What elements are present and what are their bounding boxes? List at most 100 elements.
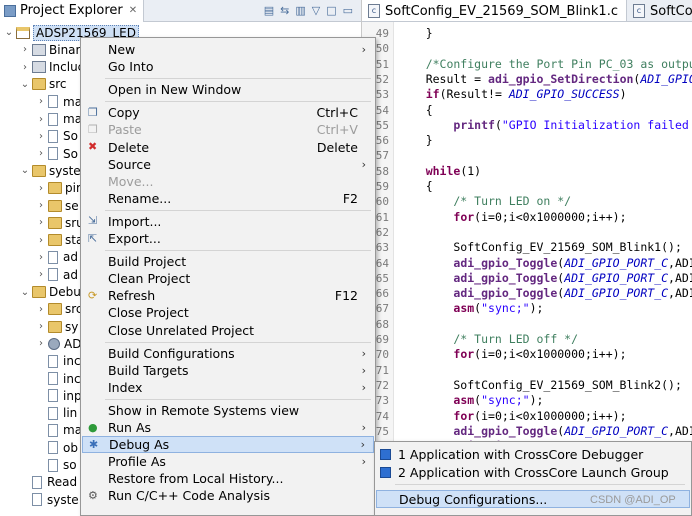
menu-item-open-in-new-window[interactable]: Open in New Window — [82, 81, 374, 98]
chevron-right-icon[interactable]: › — [36, 269, 46, 280]
code-line: while(1) — [398, 164, 481, 179]
tree-item[interactable]: inp — [36, 387, 82, 404]
expand-down-icon[interactable]: ⌄ — [20, 165, 30, 176]
line-number: 66 — [375, 287, 389, 301]
line-number: 52 — [375, 72, 389, 86]
folder-icon — [32, 164, 46, 177]
chevron-right-icon[interactable]: › — [36, 321, 46, 332]
line-number: 59 — [375, 180, 389, 193]
menu-item-close-project[interactable]: Close Project — [82, 304, 374, 321]
chevron-right-icon[interactable]: › — [36, 304, 46, 315]
tree-item[interactable]: inc — [36, 353, 81, 370]
tree-item[interactable]: › sru — [36, 214, 84, 231]
line-number: 74 — [375, 409, 389, 423]
menu-item-label: Build Project — [108, 254, 187, 270]
toolbar-icon[interactable]: ▭ — [343, 4, 353, 17]
tree-item-label: ob — [63, 440, 78, 455]
tree-item[interactable]: › So — [36, 145, 78, 162]
chevron-right-icon[interactable]: › — [36, 235, 46, 246]
close-icon[interactable]: ✕ — [129, 5, 137, 16]
toolbar-icon[interactable]: ▤ — [264, 4, 274, 17]
editor-tab[interactable]: c SoftConfig_E — [627, 0, 692, 21]
tree-item[interactable]: lin — [36, 405, 77, 422]
chevron-right-icon[interactable]: › — [36, 148, 46, 159]
chevron-right-icon[interactable]: › — [36, 114, 46, 125]
menu-item-source[interactable]: Source › — [82, 156, 374, 173]
tree-item-label: inc — [63, 371, 81, 386]
tree-item[interactable]: › Incluc — [20, 59, 84, 76]
tab-project-explorer[interactable]: Project Explorer ✕ — [0, 0, 145, 22]
menu-item-export[interactable]: ⇱ Export... — [82, 230, 374, 247]
code-line: } — [398, 133, 433, 148]
tree-item[interactable]: › ma — [36, 93, 82, 110]
menu-item-build-targets[interactable]: Build Targets › — [82, 362, 374, 379]
tree-item[interactable]: ⌄ Debu — [20, 284, 81, 301]
tree-item[interactable]: so — [36, 457, 77, 474]
menu-item-delete[interactable]: ✖ Delete Delete — [82, 139, 374, 156]
tree-item[interactable]: › So — [36, 128, 78, 145]
menu-item-profile-as[interactable]: Profile As › — [82, 453, 374, 470]
menu-item-import[interactable]: ⇲ Import... — [82, 213, 374, 230]
expand-down-icon[interactable]: ⌄ — [20, 79, 30, 90]
tree-item[interactable]: › ad — [36, 266, 78, 283]
tree-item[interactable]: › pir — [36, 180, 81, 197]
submenu-item-2-application-with-crosscore-launch-group[interactable]: 2 Application with CrossCore Launch Grou… — [376, 463, 690, 481]
chevron-right-icon[interactable]: › — [36, 183, 46, 194]
menu-item-debug-as[interactable]: ✱ Debug As › — [82, 436, 374, 454]
toolbar-icon[interactable]: □ — [326, 4, 336, 17]
chevron-right-icon[interactable]: › — [36, 252, 46, 263]
menu-item-go-into[interactable]: Go Into — [82, 58, 374, 75]
crosscore-icon — [380, 448, 391, 460]
tree-item[interactable]: ⌄ src — [20, 76, 67, 93]
menu-item-shortcut: Ctrl+V — [316, 122, 358, 138]
menu-item-restore-from-local-history[interactable]: Restore from Local History... — [82, 470, 374, 487]
tree-item[interactable]: › sy — [36, 318, 78, 335]
menu-item-clean-project[interactable]: Clean Project — [82, 270, 374, 287]
editor-tab[interactable]: c SoftConfig_EV_21569_SOM_Blink1.c — [362, 0, 627, 21]
submenu-item-1-application-with-crosscore-debugger[interactable]: 1 Application with CrossCore Debugger — [376, 445, 690, 463]
expand-down-icon[interactable]: ⌄ — [4, 27, 14, 38]
menu-item-run-as[interactable]: ● Run As › — [82, 419, 374, 436]
file-icon — [48, 389, 58, 403]
menu-item-index[interactable]: Index › — [82, 379, 374, 396]
menu-item-rename[interactable]: Rename... F2 — [82, 190, 374, 207]
tree-item[interactable]: ⌄ syste — [20, 162, 81, 179]
tree-item[interactable]: ob — [36, 439, 78, 456]
menu-item-new[interactable]: New › — [82, 41, 374, 58]
chevron-right-icon[interactable]: › — [20, 44, 30, 55]
toolbar-icon[interactable]: ▽ — [312, 4, 320, 17]
tree-item[interactable]: ma — [36, 422, 82, 439]
tree-item[interactable]: › sta — [36, 232, 83, 249]
file-icon — [32, 475, 42, 489]
chevron-right-icon[interactable]: › — [36, 96, 46, 107]
tree-item[interactable]: › Binar — [20, 41, 80, 58]
tree-item[interactable]: › ma — [36, 111, 82, 128]
menu-item-run-c-c-code-analysis[interactable]: ⚙ Run C/C++ Code Analysis — [82, 487, 374, 504]
expand-down-icon[interactable]: ⌄ — [20, 287, 30, 298]
tree-item[interactable]: › se — [36, 197, 79, 214]
toolbar-icon[interactable]: ⇆ — [280, 4, 289, 17]
chevron-right-icon[interactable]: › — [36, 217, 46, 228]
chevron-right-icon: › — [361, 455, 366, 469]
chevron-right-icon[interactable]: › — [36, 131, 46, 142]
tree-item[interactable]: › AD — [36, 335, 81, 352]
code-token: /* Turn LED on */ — [398, 194, 572, 209]
tree-item[interactable]: syste — [20, 491, 79, 508]
chevron-right-icon[interactable]: › — [20, 62, 30, 73]
menu-item-refresh[interactable]: ⟳ Refresh F12 — [82, 287, 374, 304]
code-line: for(i=0;i<0x1000000;i++); — [398, 409, 626, 424]
tree-item[interactable]: Read — [20, 474, 77, 491]
chevron-right-icon[interactable]: › — [36, 338, 46, 349]
menu-item-copy[interactable]: ❐ Copy Ctrl+C — [82, 104, 374, 121]
tree-item[interactable]: inc — [36, 370, 81, 387]
code-token: /*Configure the Port Pin PC_03 as output — [398, 56, 692, 71]
menu-item-build-configurations[interactable]: Build Configurations › — [82, 345, 374, 362]
menu-item-show-in-remote-systems-view[interactable]: Show in Remote Systems view — [82, 402, 374, 419]
tree-item[interactable]: › src — [36, 301, 83, 318]
tree-item[interactable]: › ad — [36, 249, 78, 266]
toolbar-icon[interactable]: ▥ — [295, 4, 305, 17]
menu-item-close-unrelated-project[interactable]: Close Unrelated Project — [82, 322, 374, 339]
menu-item-build-project[interactable]: Build Project — [82, 253, 374, 270]
chevron-right-icon[interactable]: › — [36, 200, 46, 211]
